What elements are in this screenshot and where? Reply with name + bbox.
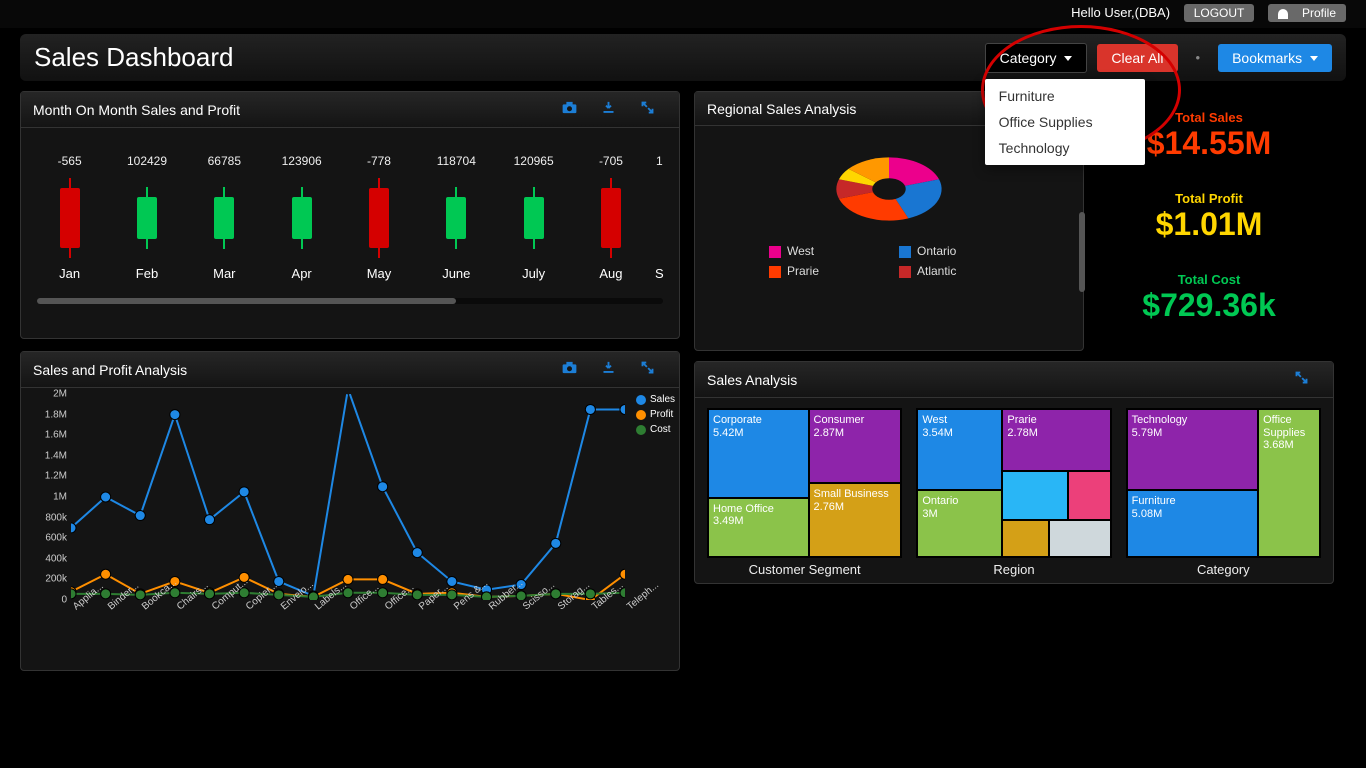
treemap-cell[interactable]: Ontario3M xyxy=(917,490,1002,557)
line-chart: 0200k400k600k800k1M1.2M1.4M1.6M1.8M2M Ap… xyxy=(21,388,679,650)
treemap-category[interactable]: Technology5.79MOffice Supplies3.68MFurni… xyxy=(1126,408,1321,558)
logout-button[interactable]: LOGOUT xyxy=(1184,4,1255,22)
treemap-region[interactable]: West3.54MPrarie2.78MOntario3M xyxy=(916,408,1111,558)
caret-down-icon xyxy=(1310,56,1318,61)
kpi-total-sales-value: $14.55M xyxy=(1147,125,1272,162)
bookmarks-label: Bookmarks xyxy=(1232,50,1302,66)
treemap-cell[interactable]: Consumer2.87M xyxy=(809,409,902,483)
kpi-total-profit-value: $1.01M xyxy=(1156,206,1263,243)
treemap-cell[interactable]: Office Supplies3.68M xyxy=(1258,409,1320,557)
month-panel-title: Month On Month Sales and Profit xyxy=(33,102,550,118)
treemap-category-caption: Category xyxy=(1126,562,1321,577)
treemap-cell[interactable]: Small Business2.76M xyxy=(809,483,902,557)
caret-down-icon xyxy=(1064,56,1072,61)
treemap-segment-caption: Customer Segment xyxy=(707,562,902,577)
separator-dot: • xyxy=(1188,50,1209,65)
category-dropdown[interactable]: Category xyxy=(985,43,1088,73)
category-option-technology[interactable]: Technology xyxy=(985,135,1145,161)
category-option-office-supplies[interactable]: Office Supplies xyxy=(985,109,1145,135)
legend-item[interactable]: Prarie xyxy=(769,264,879,278)
legend-item[interactable]: Ontario xyxy=(899,244,1009,258)
category-dropdown-menu: Furniture Office Supplies Technology xyxy=(985,79,1145,165)
line-panel-title: Sales and Profit Analysis xyxy=(33,362,550,378)
treemap-cell[interactable]: Home Office3.49M xyxy=(708,498,809,557)
treemap-cell[interactable]: Prarie2.78M xyxy=(1002,409,1110,471)
page-title: Sales Dashboard xyxy=(34,42,985,73)
page-header: Sales Dashboard Category Furniture Offic… xyxy=(20,34,1346,81)
expand-icon[interactable] xyxy=(1294,370,1309,389)
greeting-text: Hello User,(DBA) xyxy=(1071,5,1170,20)
legend-item[interactable]: Cost xyxy=(636,424,675,435)
regional-panel-title: Regional Sales Analysis xyxy=(707,101,1032,117)
regional-panel-scrollbar[interactable] xyxy=(1079,212,1085,292)
treemap-segment[interactable]: Corporate5.42MConsumer2.87MHome Office3.… xyxy=(707,408,902,558)
category-option-furniture[interactable]: Furniture xyxy=(985,83,1145,109)
legend-item[interactable]: Profit xyxy=(636,409,675,420)
treemap-cell[interactable] xyxy=(1002,471,1068,520)
sales-profit-analysis-panel: Sales and Profit Analysis 0200k400k600k8… xyxy=(20,351,680,671)
legend-item[interactable]: Atlantic xyxy=(899,264,1009,278)
treemap-cell[interactable]: West3.54M xyxy=(917,409,1002,490)
download-icon[interactable] xyxy=(601,100,616,119)
month-on-month-panel: Month On Month Sales and Profit -565Jan1… xyxy=(20,91,680,339)
treemap-cell[interactable]: Corporate5.42M xyxy=(708,409,809,498)
sales-analysis-panel: Sales Analysis Corporate5.42MConsumer2.8… xyxy=(694,361,1334,584)
treemap-region-caption: Region xyxy=(916,562,1111,577)
sales-analysis-title: Sales Analysis xyxy=(707,372,1282,388)
regional-pie-chart xyxy=(804,134,974,244)
kpi-total-cost-value: $729.36k xyxy=(1142,287,1275,324)
legend-item[interactable]: West xyxy=(769,244,879,258)
treemap-cell[interactable] xyxy=(1049,520,1111,557)
category-dropdown-label: Category xyxy=(1000,50,1057,66)
header-actions: Category Furniture Office Supplies Techn… xyxy=(985,43,1332,73)
month-chart: -565Jan102429Feb66785Mar123906Apr-778May… xyxy=(21,128,679,338)
treemap-cell[interactable]: Technology5.79M xyxy=(1127,409,1258,490)
expand-icon[interactable] xyxy=(640,100,655,119)
kpi-total-cost-label: Total Cost xyxy=(1142,272,1275,287)
treemap-cell[interactable] xyxy=(1002,520,1048,557)
download-icon[interactable] xyxy=(601,360,616,379)
bookmarks-dropdown[interactable]: Bookmarks xyxy=(1218,44,1332,72)
kpi-total-profit-label: Total Profit xyxy=(1156,191,1263,206)
month-chart-scrollbar[interactable] xyxy=(37,298,663,304)
treemap-cell[interactable]: Furniture5.08M xyxy=(1127,490,1258,557)
treemap-cell[interactable] xyxy=(1068,471,1111,520)
profile-button[interactable]: Profile xyxy=(1268,4,1346,22)
camera-icon[interactable] xyxy=(562,361,577,378)
clear-all-button[interactable]: Clear All xyxy=(1097,44,1177,72)
kpi-total-sales-label: Total Sales xyxy=(1147,110,1272,125)
camera-icon[interactable] xyxy=(562,101,577,118)
legend-item[interactable]: Sales xyxy=(636,394,675,405)
profile-label: Profile xyxy=(1302,6,1336,20)
expand-icon[interactable] xyxy=(640,360,655,379)
top-bar: Hello User,(DBA) LOGOUT Profile xyxy=(0,0,1366,28)
regional-legend: West Ontario Prarie Atlantic xyxy=(769,244,1009,278)
